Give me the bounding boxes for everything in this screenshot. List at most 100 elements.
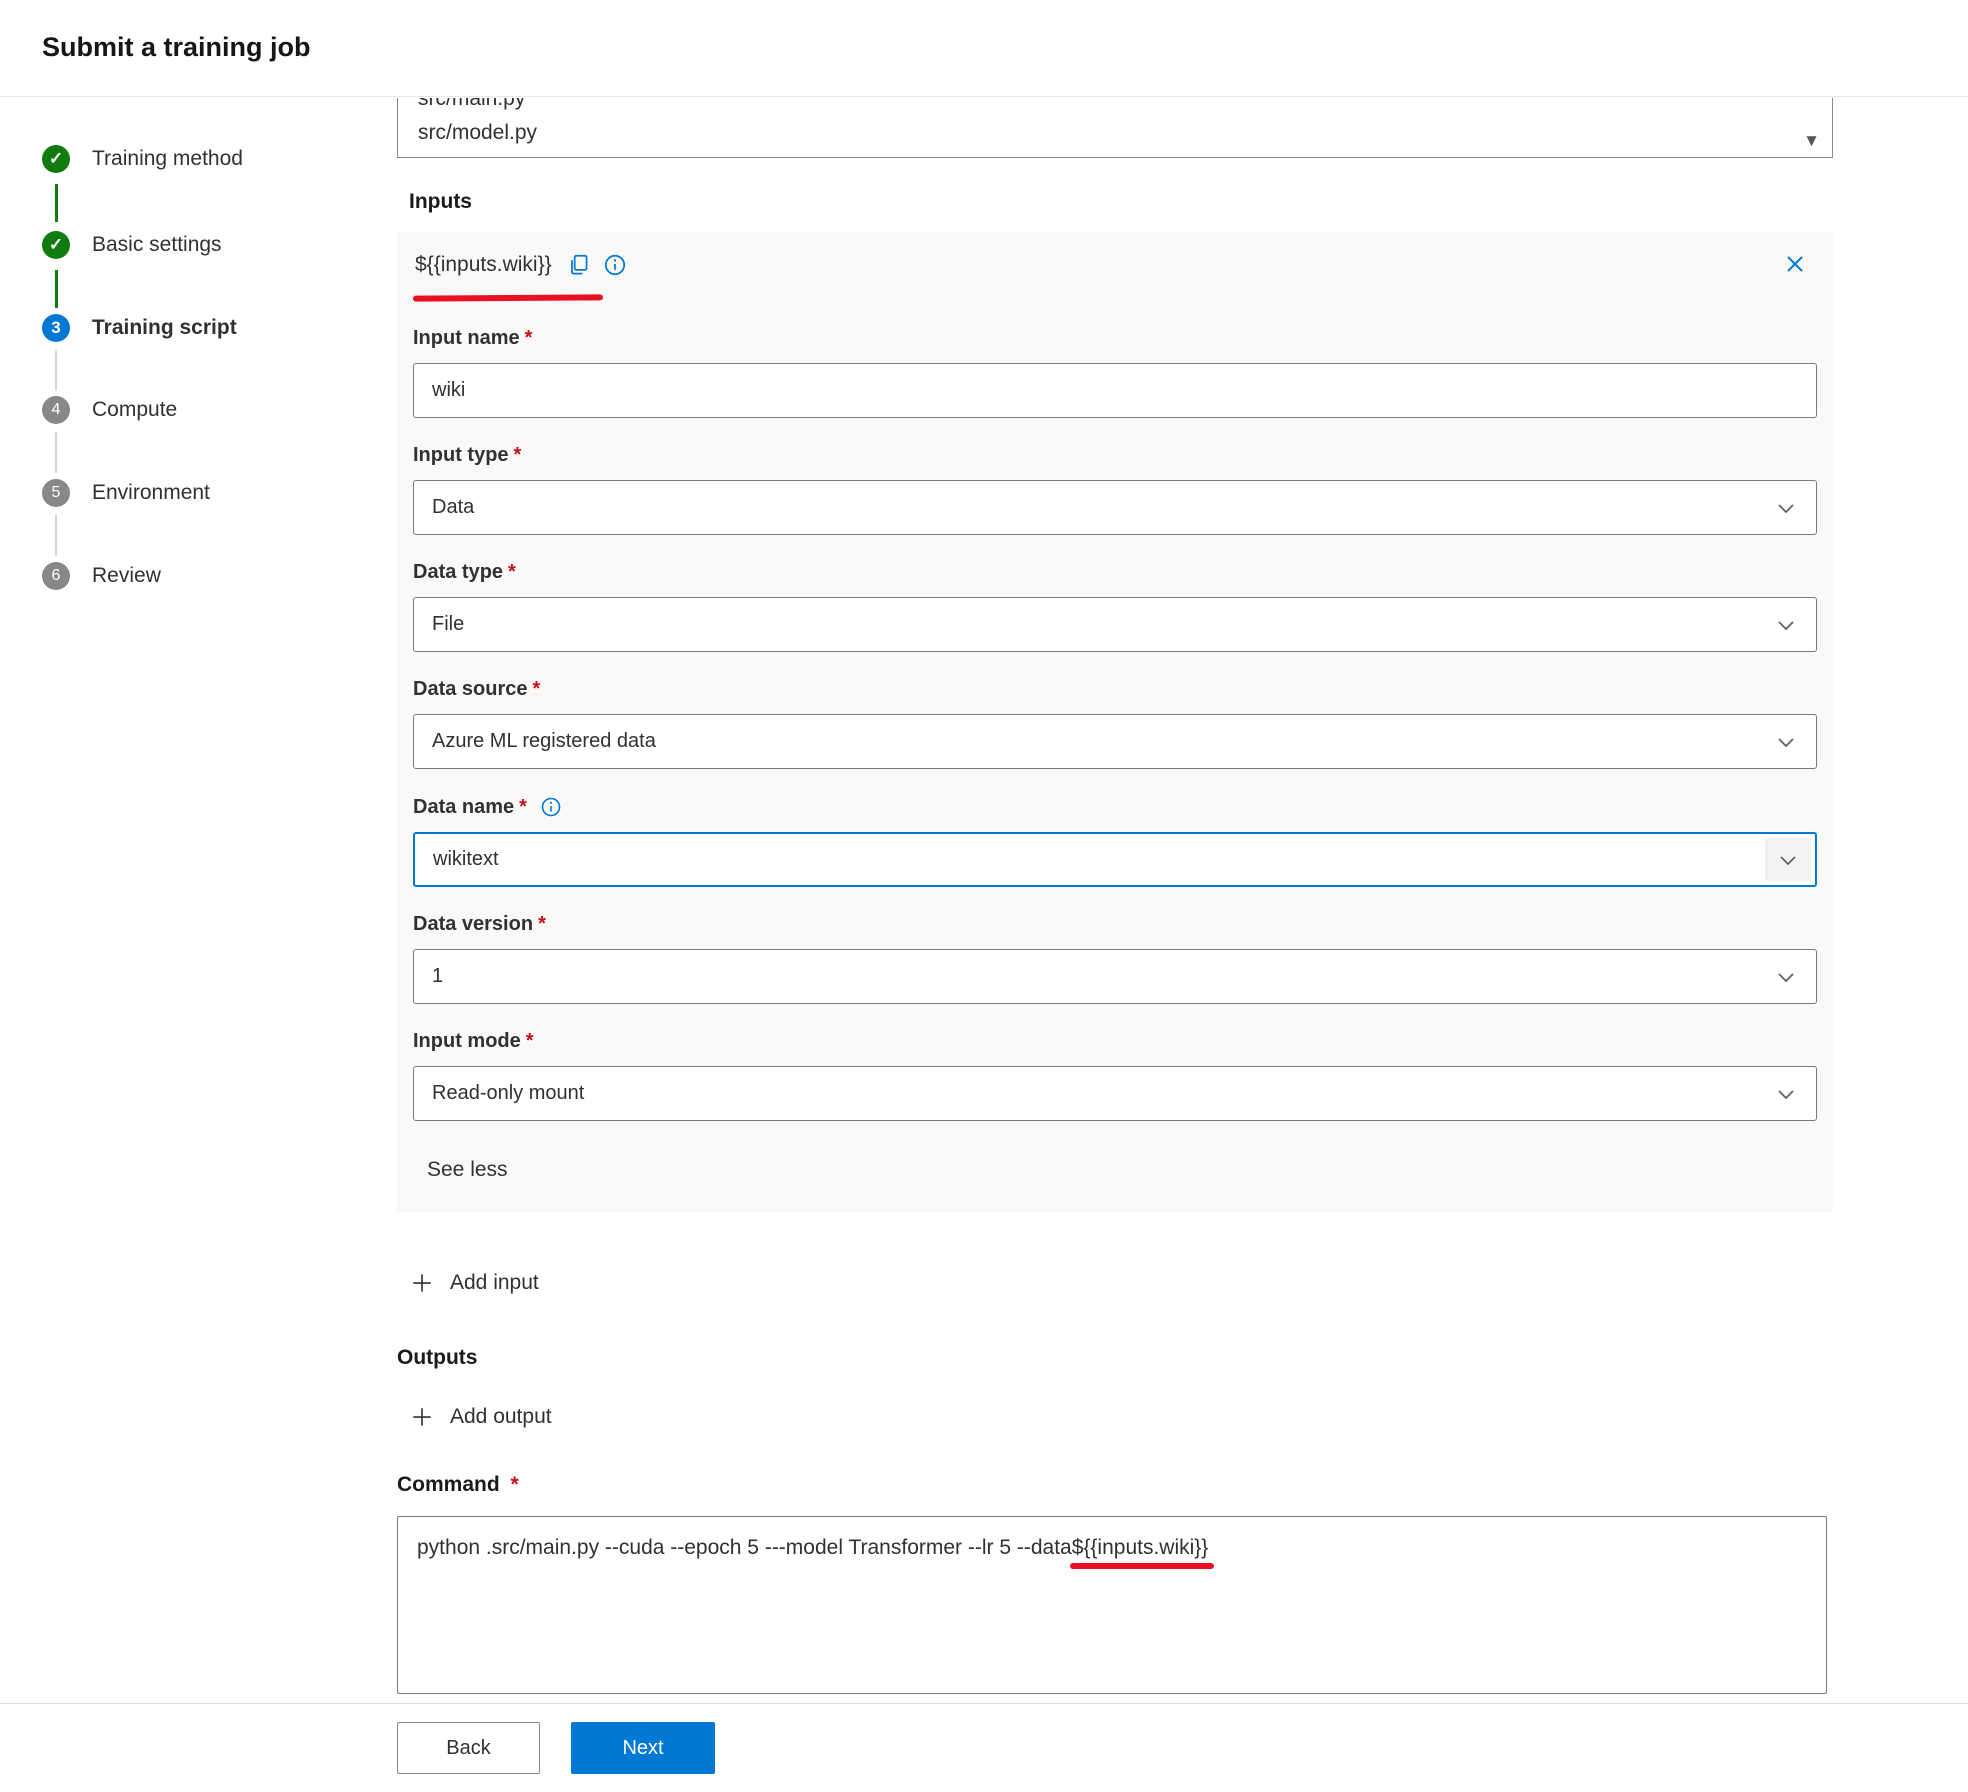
- step-label: Environment: [92, 481, 210, 505]
- label-text: Input type: [413, 444, 509, 467]
- step-basic-settings[interactable]: ✓ Basic settings: [42, 227, 222, 263]
- step-label: Compute: [92, 398, 177, 422]
- copy-icon[interactable]: [566, 252, 592, 278]
- step-review[interactable]: 6 Review: [42, 558, 161, 594]
- add-output-button[interactable]: Add output: [409, 1404, 552, 1430]
- select-value: Azure ML registered data: [432, 730, 656, 753]
- step-number-circle: 6: [42, 562, 70, 590]
- data-type-select[interactable]: File: [413, 597, 1817, 652]
- step-number-circle: 3: [42, 314, 70, 342]
- select-value: Read-only mount: [432, 1082, 584, 1105]
- required-marker: *: [526, 1030, 534, 1053]
- label-text: Data name: [413, 796, 514, 819]
- step-label: Review: [92, 564, 161, 588]
- select-value: File: [432, 613, 464, 636]
- data-name-select[interactable]: wikitext: [413, 832, 1817, 887]
- step-number: 5: [52, 484, 61, 502]
- inputs-heading: Inputs: [409, 190, 472, 214]
- input-name-field[interactable]: [413, 363, 1817, 418]
- check-icon: ✓: [49, 235, 63, 255]
- input-mode-select[interactable]: Read-only mount: [413, 1066, 1817, 1121]
- see-less-button[interactable]: See less: [427, 1158, 508, 1182]
- required-marker: *: [538, 913, 546, 936]
- step-connector: [55, 184, 58, 222]
- step-complete-check-circle: ✓: [42, 145, 70, 173]
- info-icon[interactable]: [539, 795, 563, 819]
- add-input-button[interactable]: Add input: [409, 1270, 539, 1296]
- file-list-item[interactable]: src/main.py: [418, 98, 1832, 116]
- select-value: wikitext: [433, 848, 499, 871]
- label-text: Data version: [413, 913, 533, 936]
- chevron-down-icon: [1774, 613, 1798, 637]
- plus-icon: [409, 1270, 435, 1296]
- step-training-method[interactable]: ✓ Training method: [42, 141, 243, 177]
- next-button[interactable]: Next: [571, 1722, 715, 1774]
- chevron-down-icon: [1774, 1082, 1798, 1106]
- input-reference-text: ${{inputs.wiki}}: [415, 253, 552, 277]
- label-text: Input name: [413, 327, 520, 350]
- check-icon: ✓: [49, 149, 63, 169]
- label-text: Data type: [413, 561, 503, 584]
- step-number-circle: 5: [42, 479, 70, 507]
- chevron-down-icon: [1774, 965, 1798, 989]
- required-marker: *: [533, 678, 541, 701]
- select-value: 1: [432, 965, 443, 988]
- label-text: Data source: [413, 678, 528, 701]
- step-compute[interactable]: 4 Compute: [42, 392, 177, 428]
- input-reference-row: ${{inputs.wiki}}: [413, 250, 1817, 280]
- annotation-underline: [413, 294, 603, 301]
- required-marker: *: [514, 444, 522, 467]
- field-label-input-type: Input type *: [413, 444, 1817, 467]
- step-connector: [55, 432, 57, 473]
- listbox-scroll-down-icon[interactable]: ▼: [1803, 131, 1820, 151]
- close-icon[interactable]: [1781, 250, 1809, 278]
- command-text: python .src/main.py --cuda --epoch 5 ---…: [417, 1536, 1072, 1559]
- step-number: 4: [52, 401, 61, 419]
- page-title: Submit a training job: [42, 32, 311, 63]
- script-file-listbox[interactable]: src/main.py src/model.py ▼: [397, 98, 1833, 158]
- step-connector: [55, 515, 57, 556]
- field-label-data-source: Data source *: [413, 678, 1817, 701]
- command-annotated-text: ${{inputs.wiki}}: [1072, 1536, 1209, 1559]
- label-text: Input mode: [413, 1030, 521, 1053]
- step-number: 6: [52, 567, 61, 585]
- data-source-select[interactable]: Azure ML registered data: [413, 714, 1817, 769]
- footer-divider: [0, 1703, 1968, 1704]
- step-connector: [55, 270, 58, 308]
- step-number: 3: [51, 318, 60, 338]
- select-value: Data: [432, 496, 474, 519]
- input-card: ${{inputs.wiki}} Input name *: [397, 232, 1833, 1212]
- chevron-down-icon: [1774, 730, 1798, 754]
- plus-icon: [409, 1404, 435, 1430]
- label-text: Command: [397, 1473, 500, 1496]
- add-output-label: Add output: [450, 1405, 552, 1429]
- step-connector: [55, 350, 57, 390]
- step-label: Basic settings: [92, 233, 222, 257]
- field-label-data-version: Data version *: [413, 913, 1817, 936]
- outputs-heading: Outputs: [397, 1346, 477, 1370]
- add-input-label: Add input: [450, 1271, 539, 1295]
- back-button[interactable]: Back: [397, 1722, 540, 1774]
- step-label: Training method: [92, 147, 243, 171]
- step-environment[interactable]: 5 Environment: [42, 475, 210, 511]
- step-number-circle: 4: [42, 396, 70, 424]
- field-label-input-name: Input name *: [413, 327, 1817, 350]
- field-label-input-mode: Input mode *: [413, 1030, 1817, 1053]
- command-heading: Command *: [397, 1473, 519, 1497]
- file-list-item[interactable]: src/model.py: [418, 116, 1832, 150]
- data-version-select[interactable]: 1: [413, 949, 1817, 1004]
- step-complete-check-circle: ✓: [42, 231, 70, 259]
- field-label-data-name: Data name *: [413, 795, 1817, 819]
- chevron-button[interactable]: [1765, 838, 1811, 881]
- field-label-data-type: Data type *: [413, 561, 1817, 584]
- info-icon[interactable]: [602, 252, 628, 278]
- command-textarea[interactable]: python .src/main.py --cuda --epoch 5 ---…: [397, 1516, 1827, 1694]
- page-header: Submit a training job: [0, 0, 1968, 97]
- input-type-select[interactable]: Data: [413, 480, 1817, 535]
- required-marker: *: [508, 561, 516, 584]
- required-marker: *: [511, 1473, 519, 1496]
- chevron-down-icon: [1774, 496, 1798, 520]
- required-marker: *: [525, 327, 533, 350]
- step-training-script[interactable]: 3 Training script: [42, 310, 237, 346]
- step-label: Training script: [92, 316, 237, 340]
